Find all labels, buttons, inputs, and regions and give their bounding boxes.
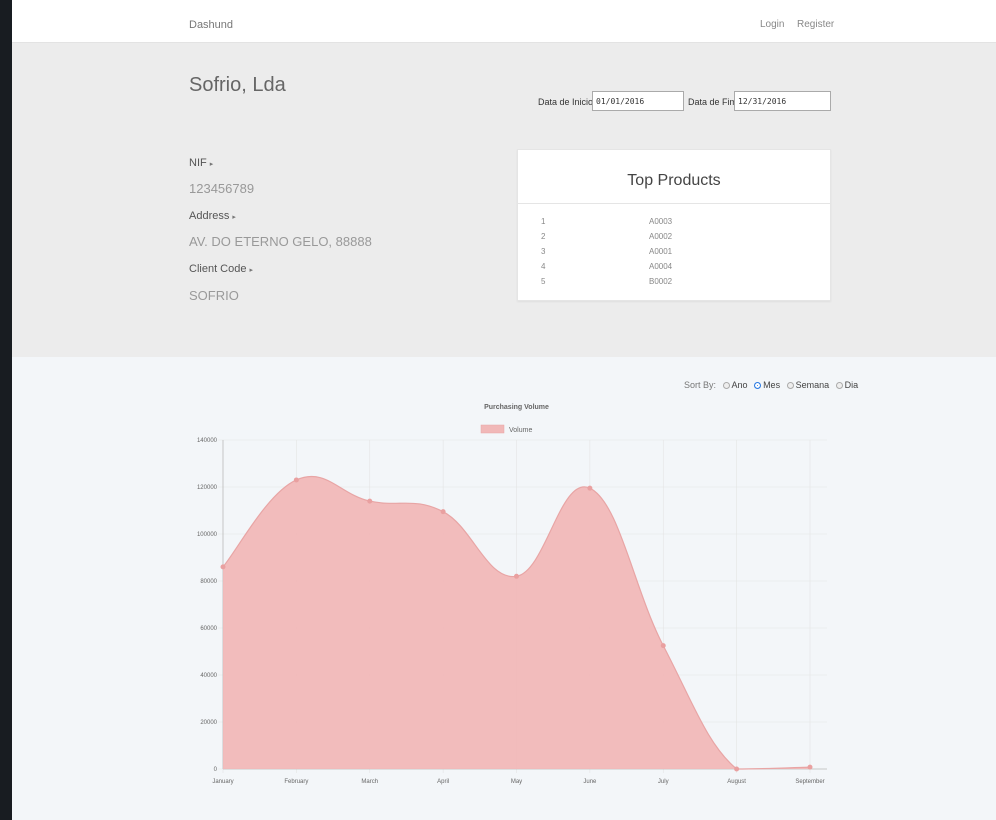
y-tick-label: 40000 bbox=[200, 673, 217, 679]
browser-viewport: Dashund Login Register Sofrio, Lda Data … bbox=[12, 0, 996, 820]
x-tick-label: August bbox=[727, 779, 746, 785]
list-item: 4 A0004 bbox=[541, 262, 673, 271]
list-item: 3 A0001 bbox=[541, 247, 673, 256]
data-point bbox=[660, 643, 666, 649]
list-item: 1 A0003 bbox=[541, 217, 673, 226]
y-tick-label: 140000 bbox=[197, 438, 218, 444]
sort-ano-radio[interactable] bbox=[722, 382, 730, 389]
x-tick-label: June bbox=[583, 779, 597, 785]
data-point bbox=[514, 573, 519, 579]
top-navbar: Dashund Login Register bbox=[12, 0, 996, 43]
caret-right-icon: ▸ bbox=[232, 214, 236, 221]
start-date-label: Data de Inicio: bbox=[538, 97, 596, 107]
caret-right-icon: ▸ bbox=[249, 267, 253, 274]
sort-by-label: Sort By: bbox=[684, 380, 717, 390]
x-tick-label: September bbox=[795, 779, 824, 785]
end-date-label: Data de Fim: bbox=[688, 97, 740, 107]
sort-mes-radio[interactable] bbox=[754, 382, 762, 389]
sort-dia-label: Dia bbox=[844, 380, 859, 390]
y-tick-label: 0 bbox=[214, 767, 218, 773]
caret-right-icon: ▸ bbox=[209, 161, 214, 168]
sort-semana-radio[interactable] bbox=[786, 382, 794, 389]
data-point bbox=[367, 498, 373, 504]
x-tick-label: January bbox=[212, 779, 233, 785]
x-tick-label: May bbox=[511, 779, 522, 785]
address-value: AV. DO ETERNO GELO, 88888 bbox=[189, 234, 372, 249]
sort-dia-radio[interactable] bbox=[835, 382, 843, 389]
top-products-panel: Top Products 1 A0003 2 A0002 3 A0001 4 A0004… bbox=[517, 149, 831, 301]
start-date-input[interactable] bbox=[592, 91, 684, 111]
client-name-title: Sofrio, Lda bbox=[189, 74, 286, 96]
client-header-section: Sofrio, Lda Data de Inicio: Data de Fim:… bbox=[12, 43, 996, 357]
y-tick-label: 80000 bbox=[200, 579, 217, 585]
list-item: 5 B0002 bbox=[541, 277, 673, 286]
sort-by-control: Sort By: Ano Mes Semana Dia bbox=[684, 380, 858, 390]
y-tick-label: 100000 bbox=[197, 532, 218, 538]
sort-semana-label: Semana bbox=[795, 380, 830, 390]
legend-label: Volume bbox=[509, 427, 532, 434]
brand-link[interactable]: Dashund bbox=[189, 19, 233, 31]
legend-swatch bbox=[480, 424, 505, 434]
data-point bbox=[587, 485, 593, 491]
data-point bbox=[734, 766, 740, 772]
purchasing-volume-chart: Purchasing Volume Volume 0 20000 40000 60000 8… bbox=[197, 404, 827, 785]
x-tick-label: April bbox=[437, 779, 449, 785]
top-products-title: Top Products bbox=[518, 150, 830, 204]
data-point bbox=[293, 477, 299, 483]
x-tick-label: March bbox=[361, 779, 378, 785]
sort-ano-label: Ano bbox=[731, 380, 748, 390]
data-point bbox=[440, 509, 446, 515]
data-point bbox=[220, 564, 226, 570]
client-code-label: Client Code ▸ bbox=[189, 263, 253, 275]
x-tick-label: July bbox=[658, 779, 669, 785]
login-link[interactable]: Login bbox=[760, 19, 784, 30]
y-tick-label: 20000 bbox=[200, 720, 217, 726]
chart-title: Purchasing Volume bbox=[484, 404, 549, 411]
y-tick-label: 120000 bbox=[197, 485, 218, 491]
sort-mes-label: Mes bbox=[763, 380, 781, 390]
register-link[interactable]: Register bbox=[797, 19, 834, 30]
data-point bbox=[807, 764, 813, 770]
client-code-value: SOFRIO bbox=[189, 288, 239, 303]
y-tick-label: 60000 bbox=[200, 626, 217, 632]
list-item: 2 A0002 bbox=[541, 232, 673, 241]
nif-label: NIF ▸ bbox=[189, 157, 214, 169]
end-date-input[interactable] bbox=[734, 91, 831, 111]
x-tick-label: February bbox=[284, 779, 308, 785]
address-label: Address ▸ bbox=[189, 210, 236, 222]
nif-value: 123456789 bbox=[189, 181, 255, 196]
